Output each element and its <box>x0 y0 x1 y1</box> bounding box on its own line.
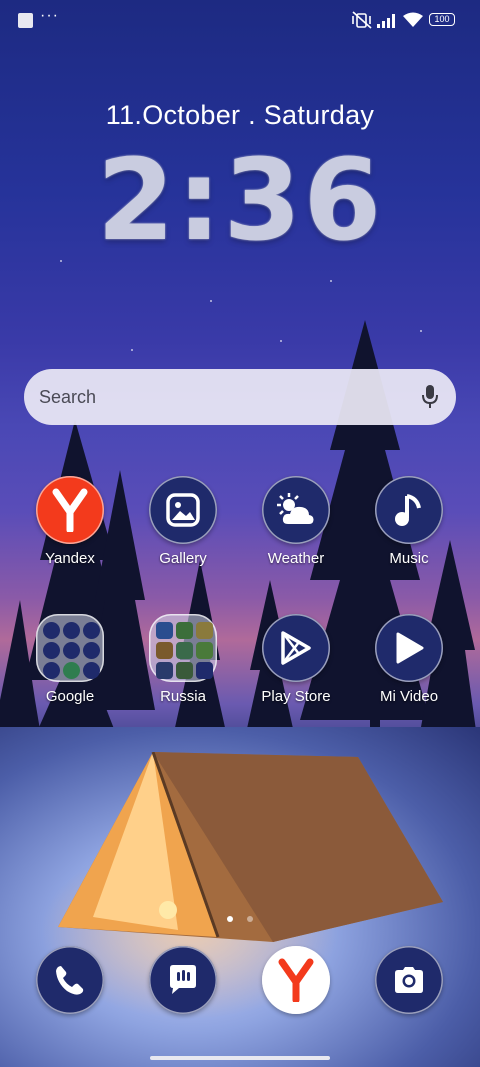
app-label: Weather <box>267 550 325 567</box>
wifi-icon <box>403 12 423 27</box>
phone-icon <box>36 946 104 1014</box>
app-label: Gallery <box>159 550 207 567</box>
dock-camera[interactable] <box>359 946 459 1014</box>
battery-level: 100 <box>434 14 450 24</box>
russia-folder-icon <box>149 614 217 682</box>
music-icon <box>375 476 443 544</box>
home-indicator[interactable] <box>150 1056 330 1060</box>
lockscreen-date: 11.October . Saturday <box>105 100 375 130</box>
vibrate-off-icon <box>352 11 372 29</box>
search-placeholder: Search <box>39 387 97 407</box>
folder-google[interactable]: Google <box>20 614 120 705</box>
app-yandex[interactable]: Yandex <box>20 476 120 567</box>
page-dot-active[interactable] <box>226 916 233 922</box>
microphone-icon[interactable] <box>422 384 438 410</box>
weather-icon <box>262 476 330 544</box>
screenshot-square-icon <box>18 13 33 28</box>
camera-icon <box>375 946 443 1014</box>
app-play-store[interactable]: Play Store <box>246 614 346 705</box>
app-label: Google <box>45 688 95 705</box>
signal-icon <box>377 14 395 28</box>
yandex-browser-icon <box>262 946 330 1014</box>
app-gallery[interactable]: Gallery <box>133 476 233 567</box>
more-dots-icon: ··· <box>40 7 59 24</box>
page-indicator <box>0 909 480 927</box>
play-store-icon <box>262 614 330 682</box>
search-bar[interactable]: Search <box>24 369 456 425</box>
app-label: Music <box>389 550 429 567</box>
app-label: Russia <box>160 688 206 705</box>
mi-video-icon <box>375 614 443 682</box>
status-bar: ··· 100 <box>0 0 480 40</box>
app-weather[interactable]: Weather <box>246 476 346 567</box>
battery-icon: 100 <box>429 13 455 26</box>
app-music[interactable]: Music <box>359 476 459 567</box>
dock-phone[interactable] <box>20 946 120 1014</box>
app-label: Mi Video <box>379 688 439 705</box>
app-label: Play Store <box>261 688 331 705</box>
gallery-icon <box>149 476 217 544</box>
folder-russia[interactable]: Russia <box>133 614 233 705</box>
clock-widget[interactable]: 2:36 <box>0 136 480 266</box>
yandex-icon <box>36 476 104 544</box>
messages-icon <box>149 946 217 1014</box>
home-screen: ··· 100 11.October . Saturday 2:36 Searc… <box>0 0 480 1067</box>
app-mi-video[interactable]: Mi Video <box>359 614 459 705</box>
dock-yandex-browser[interactable] <box>246 946 346 1014</box>
page-dot[interactable] <box>247 916 254 922</box>
dock-messages[interactable] <box>133 946 233 1014</box>
google-folder-icon <box>36 614 104 682</box>
star <box>330 280 332 282</box>
app-label: Yandex <box>45 550 95 567</box>
